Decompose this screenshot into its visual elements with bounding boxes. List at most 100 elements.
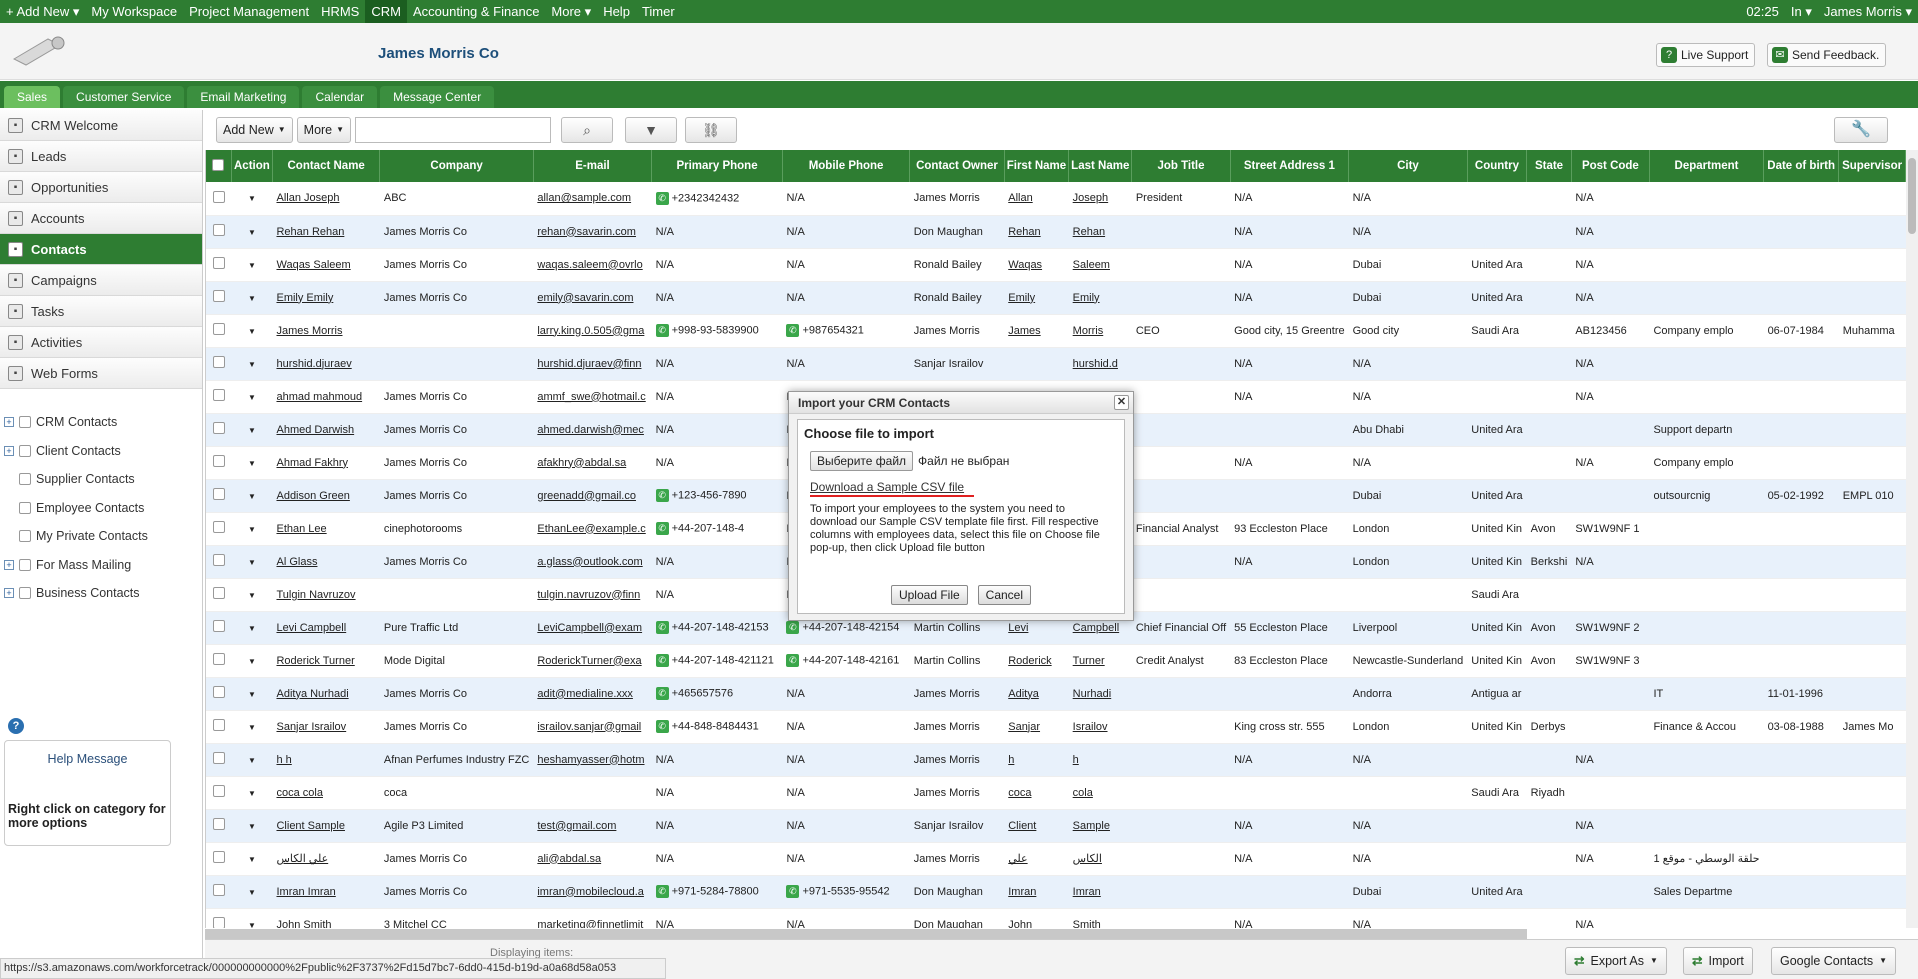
- table-cell[interactable]: Ahmed Darwish: [272, 413, 380, 447]
- row-checkbox-cell[interactable]: [206, 644, 232, 678]
- row-checkbox[interactable]: [212, 521, 225, 533]
- table-cell[interactable]: Waqas: [1004, 248, 1069, 282]
- row-action-cell[interactable]: ▼: [231, 215, 273, 249]
- caret-down-icon[interactable]: ▼: [248, 756, 256, 765]
- caret-down-icon[interactable]: ▼: [248, 261, 256, 270]
- row-checkbox[interactable]: [212, 587, 225, 599]
- select-all-header[interactable]: [206, 150, 232, 182]
- add-new-button[interactable]: Add New ▼: [216, 117, 293, 143]
- more-button[interactable]: More ▼: [296, 117, 352, 143]
- table-cell[interactable]: James Morris: [272, 314, 380, 348]
- sidebar-nav-item[interactable]: ▪ Contacts: [0, 234, 202, 265]
- top-menu-item[interactable]: HRMS: [315, 0, 365, 23]
- tree-item[interactable]: My Private Contacts: [4, 522, 199, 551]
- table-cell[interactable]: tulgin.navruzov@finn: [533, 578, 652, 612]
- table-cell[interactable]: علي: [1004, 842, 1069, 876]
- table-cell[interactable]: h h: [272, 743, 380, 777]
- tree-checkbox[interactable]: [19, 444, 31, 457]
- caret-down-icon[interactable]: ▼: [248, 459, 256, 468]
- sidebar-nav-item[interactable]: ▪ Tasks: [0, 296, 202, 327]
- row-action-cell[interactable]: ▼: [231, 281, 273, 315]
- table-cell[interactable]: Imran: [1068, 875, 1132, 909]
- row-checkbox[interactable]: [212, 356, 225, 368]
- row-checkbox-cell[interactable]: [206, 710, 232, 744]
- table-row[interactable]: ▼ Client Sample Agile P3 Limited test@gmail…: [206, 809, 1906, 843]
- table-cell[interactable]: Al Glass: [272, 545, 380, 579]
- row-checkbox-cell[interactable]: [206, 908, 232, 928]
- table-row[interactable]: ▼ Allan Joseph ABC allan@sample.com ✆ +234234…: [206, 182, 1906, 216]
- table-row[interactable]: ▼ Rehan Rehan James Morris Co rehan@savarin…: [206, 215, 1906, 249]
- table-cell[interactable]: larry.king.0.505@gma: [533, 314, 652, 348]
- caret-down-icon[interactable]: ▼: [248, 888, 256, 897]
- table-row[interactable]: ▼ Sanjar Israilov James Morris Co israilov.…: [206, 710, 1906, 744]
- column-header[interactable]: Primary Phone: [651, 150, 783, 182]
- column-header[interactable]: City: [1348, 150, 1468, 182]
- phone-icon[interactable]: ✆: [655, 324, 669, 337]
- phone-icon[interactable]: ✆: [655, 654, 669, 667]
- table-cell[interactable]: coca cola: [272, 776, 380, 810]
- row-checkbox-cell[interactable]: [206, 182, 232, 216]
- top-menu-item[interactable]: Accounting & Finance: [407, 0, 545, 23]
- row-action-cell[interactable]: ▼: [231, 347, 273, 381]
- tree-checkbox[interactable]: [19, 587, 31, 600]
- table-cell[interactable]: Sample: [1068, 809, 1132, 843]
- table-cell[interactable]: hurshid.d: [1068, 347, 1132, 381]
- row-checkbox[interactable]: [212, 488, 225, 500]
- row-action-cell[interactable]: ▼: [231, 776, 273, 810]
- tree-checkbox[interactable]: [19, 501, 31, 514]
- table-cell[interactable]: allan@sample.com: [533, 182, 652, 216]
- table-cell[interactable]: Client Sample: [272, 809, 380, 843]
- phone-icon[interactable]: ✆: [786, 621, 800, 634]
- row-checkbox[interactable]: [212, 554, 225, 566]
- row-checkbox-cell[interactable]: [206, 380, 232, 414]
- top-menu-item[interactable]: My Workspace: [85, 0, 183, 23]
- row-checkbox[interactable]: [212, 785, 225, 797]
- table-cell[interactable]: James: [1004, 314, 1069, 348]
- table-cell[interactable]: imran@mobilecloud.a: [533, 875, 652, 909]
- row-action-cell[interactable]: ▼: [231, 413, 273, 447]
- caret-down-icon[interactable]: ▼: [248, 360, 256, 369]
- table-cell[interactable]: Saleem: [1068, 248, 1132, 282]
- tree-checkbox[interactable]: [19, 416, 31, 429]
- phone-icon[interactable]: ✆: [655, 522, 669, 535]
- row-checkbox[interactable]: [212, 719, 225, 731]
- column-header[interactable]: Contact Owner: [909, 150, 1005, 182]
- table-cell[interactable]: Rehan Rehan: [272, 215, 380, 249]
- row-action-cell[interactable]: ▼: [231, 743, 273, 777]
- caret-down-icon[interactable]: ▼: [248, 591, 256, 600]
- row-action-cell[interactable]: ▼: [231, 578, 273, 612]
- top-menu-item[interactable]: CRM: [365, 0, 407, 23]
- table-cell[interactable]: Nurhadi: [1068, 677, 1132, 711]
- table-cell[interactable]: afakhry@abdal.sa: [533, 446, 652, 480]
- phone-icon[interactable]: ✆: [786, 885, 800, 898]
- table-cell[interactable]: Israilov: [1068, 710, 1132, 744]
- column-header[interactable]: First Name: [1004, 150, 1070, 182]
- row-checkbox[interactable]: [212, 851, 225, 863]
- google-contacts-button[interactable]: Google Contacts ▼: [1771, 947, 1897, 975]
- row-checkbox[interactable]: [212, 653, 225, 665]
- column-header[interactable]: State: [1526, 150, 1572, 182]
- expand-icon[interactable]: +: [4, 445, 14, 456]
- table-cell[interactable]: hurshid.djuraev: [272, 347, 380, 381]
- caret-down-icon[interactable]: ▼: [248, 558, 256, 567]
- column-header[interactable]: Job Title: [1131, 150, 1231, 182]
- row-action-cell[interactable]: ▼: [231, 809, 273, 843]
- row-checkbox-cell[interactable]: [206, 611, 232, 645]
- row-checkbox[interactable]: [212, 257, 225, 269]
- tree-checkbox[interactable]: [19, 473, 31, 486]
- table-row[interactable]: ▼ John Smith 3 Mitchel CC marketing@finnetl…: [206, 908, 1906, 928]
- row-checkbox-cell[interactable]: [206, 545, 232, 579]
- row-checkbox-cell[interactable]: [206, 248, 232, 282]
- row-checkbox[interactable]: [212, 752, 225, 764]
- row-checkbox-cell[interactable]: [206, 842, 232, 876]
- row-action-cell[interactable]: ▼: [231, 182, 273, 216]
- row-checkbox[interactable]: [212, 884, 225, 896]
- table-cell[interactable]: John Smith: [272, 908, 380, 928]
- row-checkbox[interactable]: [212, 455, 225, 467]
- tree-item[interactable]: + Client Contacts: [4, 437, 199, 466]
- column-header[interactable]: Action: [231, 150, 273, 182]
- row-checkbox-cell[interactable]: [206, 809, 232, 843]
- tab-item[interactable]: Calendar: [302, 86, 378, 108]
- top-menu-item[interactable]: Help: [597, 0, 636, 23]
- table-cell[interactable]: h: [1004, 743, 1069, 777]
